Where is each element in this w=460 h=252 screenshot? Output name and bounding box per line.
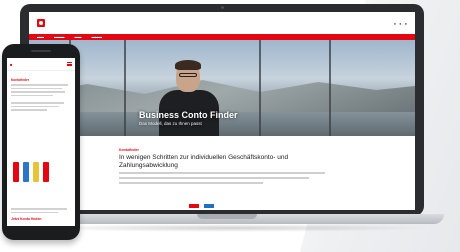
hero-title: Business Conto Finder (139, 110, 238, 120)
body-text-line (119, 172, 325, 174)
phone-body: Kontofinder (7, 71, 75, 115)
window-frame (124, 40, 126, 136)
phone-product-images (13, 162, 49, 182)
laptop: ● ● ● ▬▬ ▬▬▬ ▬▬ ▬▬▬ Business Conto Finde… (20, 4, 424, 216)
speaker-icon (31, 50, 51, 52)
phone-text-line (11, 94, 53, 96)
phone-text-line (11, 211, 58, 213)
hero-subtitle: Das Modell, das zu Ihnen passt (139, 121, 202, 126)
phone-logo[interactable]: ■ (10, 62, 12, 67)
product-image[interactable] (13, 162, 19, 182)
header-links: ● ● ● (394, 21, 407, 26)
phone-text-line (11, 102, 64, 104)
hero-text: Business Conto Finder Das Modell, das zu… (139, 110, 238, 126)
phone-header: ■ (7, 58, 75, 71)
product-image[interactable] (23, 162, 29, 182)
phone-text-line (11, 109, 47, 111)
phone-cta-link[interactable]: Jetzt Konto finden (11, 217, 73, 222)
phone-footer: Jetzt Konto finden (11, 206, 73, 222)
header-link[interactable]: ● (405, 21, 407, 26)
product-swatches (189, 204, 214, 208)
phone-section-label: Kontofinder (11, 78, 30, 82)
phone-text-line (11, 208, 67, 210)
nav-item[interactable]: ▬▬ (75, 35, 82, 39)
logo-mark-icon[interactable] (37, 19, 45, 27)
header-link[interactable]: ● (399, 21, 401, 26)
laptop-shadow (30, 224, 430, 232)
header-link[interactable]: ● (394, 21, 396, 26)
phone-text-line (11, 84, 68, 86)
nav-item[interactable]: ▬▬▬ (54, 35, 65, 39)
phone-text-line (11, 87, 62, 89)
phone-display: ■ Kontofinder Jetzt Konto finden (7, 58, 75, 226)
content-heading: In wenigen Schritten zur individuellen G… (119, 154, 289, 169)
body-text-line (119, 182, 264, 184)
laptop-display: ● ● ● ▬▬ ▬▬▬ ▬▬ ▬▬▬ Business Conto Finde… (29, 12, 415, 210)
window-frame (329, 40, 331, 136)
product-image[interactable] (33, 162, 39, 182)
site-header: ● ● ● (29, 12, 415, 34)
menu-icon[interactable] (67, 62, 72, 66)
camera-icon (221, 6, 224, 9)
nav-item[interactable]: ▬▬ (37, 35, 44, 39)
nav-item[interactable]: ▬▬▬ (92, 35, 103, 39)
phone-text-line (11, 91, 65, 93)
product-swatch[interactable] (189, 204, 199, 208)
glasses-icon (179, 73, 197, 77)
hero-banner: Business Conto Finder Das Modell, das zu… (29, 40, 415, 136)
product-swatch[interactable] (204, 204, 214, 208)
window-frame (259, 40, 261, 136)
person-hair (175, 60, 201, 70)
phone-text-line (11, 105, 59, 107)
product-image[interactable] (43, 162, 49, 182)
laptop-notch (197, 214, 257, 219)
smartphone: ■ Kontofinder Jetzt Konto finden (2, 44, 80, 240)
section-label: Kontofinder (119, 148, 139, 152)
hero-mountains (29, 80, 415, 112)
main-content: Kontofinder In wenigen Schritten zur ind… (29, 136, 415, 184)
body-text-line (119, 177, 309, 179)
